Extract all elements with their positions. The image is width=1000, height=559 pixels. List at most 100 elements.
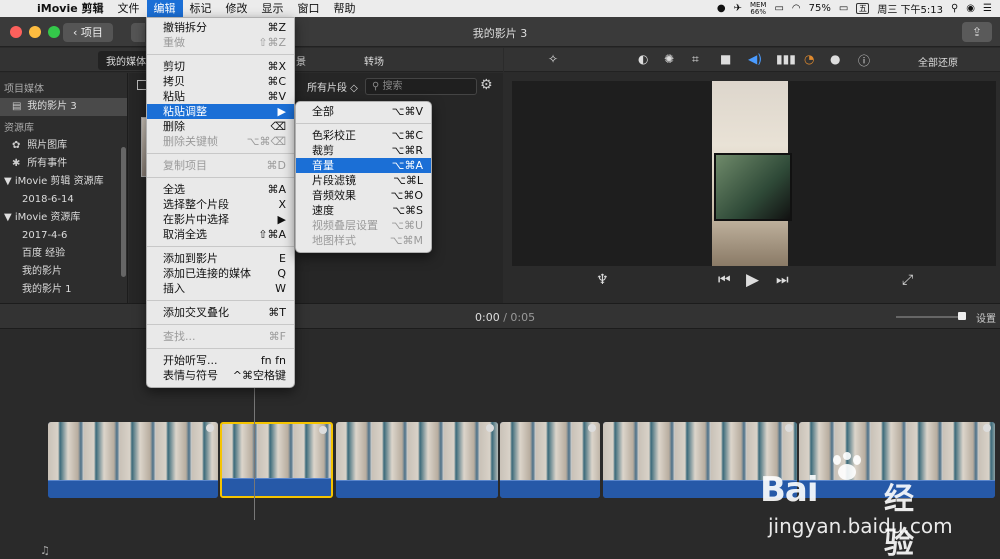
volume-icon[interactable]: ◀)	[748, 52, 762, 66]
menu-window[interactable]: 窗口	[291, 0, 327, 17]
edit-menu-item[interactable]: 撤销拆分 ⌘Z	[147, 20, 294, 35]
bird-icon[interactable]: ✈	[734, 3, 742, 14]
menu-file[interactable]: 文件	[111, 0, 147, 17]
edit-menu-item[interactable]: 表情与符号 ^⌘空格键	[147, 368, 294, 383]
clip-menu-icon[interactable]	[785, 424, 793, 432]
paste-submenu-item[interactable]: 裁剪 ⌥⌘R	[296, 143, 431, 158]
menu-view[interactable]: 显示	[255, 0, 291, 17]
clip-menu-icon[interactable]	[983, 424, 991, 432]
clip-filter-select[interactable]: 所有片段 ◇	[307, 79, 358, 94]
skip-back-icon[interactable]: ⏮	[718, 272, 731, 288]
zoom-slider-knob[interactable]	[958, 312, 966, 320]
edit-menu-item[interactable]: 添加已连接的媒体 Q	[147, 266, 294, 281]
timeline-settings-button[interactable]: 设置	[976, 310, 996, 325]
video-preview[interactable]	[512, 81, 996, 266]
paste-submenu-item[interactable]: 音频效果 ⌥⌘O	[296, 188, 431, 203]
sidebar-item-event[interactable]: 2018-6-14	[0, 191, 127, 209]
clip-frames	[222, 424, 331, 482]
edit-menu-item[interactable]: 剪切 ⌘X	[147, 59, 294, 74]
search-icon[interactable]: ⚲	[951, 3, 958, 14]
paste-submenu-item[interactable]: 全部 ⌥⌘V	[296, 104, 431, 119]
timeline-clip[interactable]	[336, 422, 498, 498]
sidebar-item-project[interactable]: ▤ 我的影片 3	[0, 98, 127, 116]
fullscreen-icon[interactable]: ⤢	[902, 272, 913, 288]
sidebar-item-event[interactable]: 我的影片 1	[0, 281, 127, 299]
zoom-slider-track[interactable]	[896, 316, 966, 318]
clip-audio-waveform[interactable]	[222, 478, 331, 496]
clip-menu-icon[interactable]	[206, 424, 214, 432]
color-balance-icon[interactable]: ◐	[638, 52, 648, 66]
paste-submenu-item[interactable]: 速度 ⌥⌘S	[296, 203, 431, 218]
menu-app[interactable]: iMovie 剪辑	[30, 0, 111, 17]
sidebar-item-event[interactable]: 我的影片	[0, 263, 127, 281]
stabilization-icon[interactable]: ■	[720, 52, 731, 66]
edit-menu-item[interactable]: 选择整个片段 X	[147, 197, 294, 212]
clip-audio-waveform[interactable]	[500, 480, 600, 498]
clip-audio-waveform[interactable]	[48, 480, 218, 498]
battery-percent[interactable]: 75%	[809, 3, 831, 14]
disclosure-triangle-icon[interactable]: ▼	[4, 212, 15, 223]
tab-backgrounds[interactable]: 景	[296, 53, 306, 68]
paste-submenu-item-shortcut: ⌥⌘L	[393, 174, 423, 187]
paste-submenu-item[interactable]: 音量 ⌥⌘A	[296, 158, 431, 173]
clip-menu-icon[interactable]	[319, 426, 327, 434]
menu-mark[interactable]: 标记	[183, 0, 219, 17]
clip-menu-icon[interactable]	[588, 424, 596, 432]
tab-transitions[interactable]: 转场	[364, 53, 384, 68]
battery-icon[interactable]: ▭	[839, 3, 848, 14]
edit-menu-item[interactable]: 插入 W	[147, 281, 294, 296]
menu-help[interactable]: 帮助	[327, 0, 363, 17]
timeline-clip-selected[interactable]	[220, 422, 333, 498]
info-icon[interactable]: ⓘ	[858, 52, 870, 69]
filter-icon[interactable]: ●	[830, 52, 840, 66]
sidebar-scrollbar[interactable]	[121, 147, 126, 277]
equalizer-icon[interactable]: ▮▮▮	[776, 52, 796, 66]
play-icon[interactable]: ▶	[746, 270, 759, 290]
edit-menu-item[interactable]: 粘贴调整 ▶	[147, 104, 294, 119]
input-method-icon[interactable]: 五	[856, 3, 870, 14]
sidebar-item-all-events[interactable]: ✱ 所有事件	[0, 155, 127, 173]
clip-audio-waveform[interactable]	[336, 480, 498, 498]
edit-menu-item[interactable]: 开始听写... fn fn	[147, 353, 294, 368]
share-button[interactable]: ⇪	[962, 22, 992, 42]
menu-modify[interactable]: 修改	[219, 0, 255, 17]
airplay-icon[interactable]: ▭	[774, 3, 783, 14]
edit-menu-item[interactable]: 拷贝 ⌘C	[147, 74, 294, 89]
qq-icon[interactable]: ●	[717, 3, 726, 14]
memory-indicator[interactable]: MEM 66%	[750, 1, 767, 16]
edit-menu-item[interactable]: 全选 ⌘A	[147, 182, 294, 197]
sidebar-item-photos[interactable]: ✿ 照片图库	[0, 137, 127, 155]
paste-submenu-item[interactable]: 色彩校正 ⌥⌘C	[296, 128, 431, 143]
skip-forward-icon[interactable]: ⏭	[776, 272, 789, 288]
timeline-clip[interactable]	[500, 422, 600, 498]
paste-submenu-item[interactable]: 片段滤镜 ⌥⌘L	[296, 173, 431, 188]
menu-edit[interactable]: 编辑	[146, 0, 183, 17]
wifi-icon[interactable]: ◠	[792, 3, 801, 14]
speed-icon[interactable]: ◔	[804, 52, 814, 66]
search-input[interactable]: ⚲ 搜索	[365, 78, 477, 95]
microphone-icon[interactable]: ♆	[596, 272, 609, 288]
magic-wand-icon[interactable]: ✧	[548, 52, 558, 66]
clock[interactable]: 周三 下午5:13	[877, 1, 943, 16]
disclosure-triangle-icon[interactable]: ▼	[4, 176, 15, 187]
timeline-clip[interactable]	[48, 422, 218, 498]
edit-menu-item[interactable]: 取消全选 ⇧⌘A	[147, 227, 294, 242]
color-palette-icon[interactable]: ✺	[664, 52, 674, 66]
edit-menu-item[interactable]: 粘贴 ⌘V	[147, 89, 294, 104]
siri-icon[interactable]: ◉	[966, 3, 975, 14]
notification-icon[interactable]: ☰	[983, 3, 992, 14]
edit-menu-item[interactable]: 添加到影片 E	[147, 251, 294, 266]
sidebar-item-library-1[interactable]: ▼ iMovie 剪辑 资源库	[0, 173, 127, 191]
sidebar-item-library-2[interactable]: ▼ iMovie 资源库	[0, 209, 127, 227]
edit-menu-item[interactable]: 添加交叉叠化 ⌘T	[147, 305, 294, 320]
sidebar-item-event[interactable]: 2017-4-6	[0, 227, 127, 245]
edit-menu-item[interactable]: 在影片中选择 ▶	[147, 212, 294, 227]
crop-icon[interactable]: ⌗	[692, 52, 699, 67]
clip-menu-icon[interactable]	[486, 424, 494, 432]
gear-icon[interactable]: ⚙	[480, 77, 493, 93]
sidebar-item-event[interactable]: 百度 经验	[0, 245, 127, 263]
paste-submenu-item-label: 地图样式	[312, 234, 356, 247]
edit-menu-item[interactable]: 删除 ⌫	[147, 119, 294, 134]
reset-all-button[interactable]: 全部还原	[918, 54, 958, 69]
edit-menu-item-label: 粘贴调整	[163, 105, 207, 118]
